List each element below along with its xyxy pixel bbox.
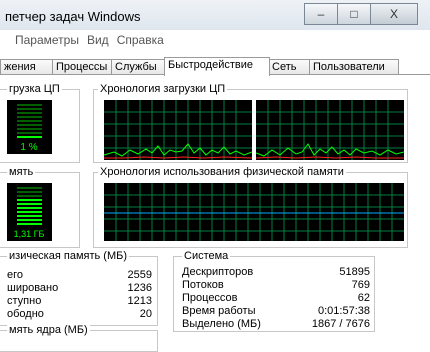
system-group: Система Дескрипторов 51895 Потоков 769 П… — [173, 250, 375, 332]
phys-mem-available-label: ступно — [7, 295, 42, 307]
kernel-memory-label: мять ядра (МБ) — [7, 324, 90, 336]
phys-mem-cached-label: шировано — [7, 282, 59, 294]
cpu-usage-label: грузка ЦП — [7, 83, 62, 95]
tab-services[interactable]: Службы — [111, 59, 167, 75]
close-icon: X — [389, 7, 398, 21]
system-commit-label: Выделено (МБ) — [182, 318, 261, 330]
kernel-memory-group: мять ядра (МБ) — [0, 324, 158, 352]
system-processes-label: Процессов — [182, 292, 238, 304]
tab-strip: жения Процессы Службы Быстродействие Сет… — [0, 57, 430, 76]
system-uptime-value: 0:01:57:38 — [318, 305, 370, 317]
menu-help[interactable]: Справка — [117, 33, 164, 51]
tab-performance[interactable]: Быстродействие — [164, 57, 270, 76]
tab-network[interactable]: Сеть — [268, 59, 312, 75]
cpu-history-graph-core2 — [256, 100, 404, 160]
minimize-icon: – — [317, 7, 325, 21]
minimize-button[interactable]: – — [304, 3, 338, 25]
memory-meter-bars: 1,31 ГБ — [14, 187, 45, 239]
system-threads-value: 769 — [351, 279, 370, 291]
system-uptime-label: Время работы — [182, 305, 256, 317]
phys-mem-free-label: ободно — [7, 308, 44, 320]
memory-history-label: Хронология использования физической памя… — [98, 166, 346, 178]
cpu-history-graph-core1 — [104, 100, 252, 160]
system-threads-label: Потоков — [182, 279, 224, 291]
menu-options[interactable]: Параметры — [15, 33, 79, 51]
close-button[interactable]: X — [370, 3, 418, 25]
phys-mem-total-value: 2559 — [127, 269, 152, 281]
physical-memory-group: изическая память (МБ) его 2559 шировано … — [0, 250, 158, 326]
maximize-button[interactable]: □ — [337, 3, 371, 25]
window-title: петчер задач Windows — [5, 9, 141, 24]
phys-mem-available-value: 1213 — [127, 295, 152, 307]
cpu-history-label: Хронология загрузки ЦП — [98, 83, 228, 95]
title-bar: петчер задач Windows – □ X — [0, 0, 430, 30]
phys-mem-free-value: 20 — [139, 308, 152, 320]
phys-mem-total-label: его — [7, 269, 24, 281]
memory-value-text: 1,31 ГБ — [14, 229, 45, 239]
memory-history-graph — [104, 183, 404, 241]
memory-usage-group: мять 1,31 ГБ — [0, 166, 80, 248]
memory-usage-label: мять — [7, 166, 36, 178]
phys-mem-cached-value: 1236 — [127, 282, 152, 294]
physical-memory-label: изическая память (МБ) — [7, 250, 129, 262]
system-handles-label: Дескрипторов — [182, 266, 254, 278]
cpu-meter: 1 % — [7, 100, 52, 154]
cpu-meter-bars: 1 % — [17, 104, 42, 153]
memory-history-group: Хронология использования физической памя… — [93, 166, 408, 248]
system-label: Система — [182, 250, 231, 262]
tab-users[interactable]: Пользователи — [309, 59, 399, 75]
memory-meter: 1,31 ГБ — [7, 183, 52, 241]
tab-applications[interactable]: жения — [0, 59, 56, 75]
cpu-percent-text: 1 % — [20, 142, 37, 153]
menu-view[interactable]: Вид — [87, 33, 109, 51]
window-buttons: – □ X — [304, 3, 418, 25]
system-commit-value: 1867 / 7676 — [311, 318, 370, 330]
system-handles-value: 51895 — [339, 266, 370, 278]
tab-processes[interactable]: Процессы — [52, 59, 114, 75]
cpu-history-group: Хронология загрузки ЦП — [93, 83, 408, 163]
system-processes-value: 62 — [357, 292, 370, 304]
cpu-usage-group: грузка ЦП 1 % — [0, 83, 80, 163]
maximize-icon: □ — [350, 7, 358, 21]
menu-bar: Параметры Вид Справка — [0, 33, 430, 51]
